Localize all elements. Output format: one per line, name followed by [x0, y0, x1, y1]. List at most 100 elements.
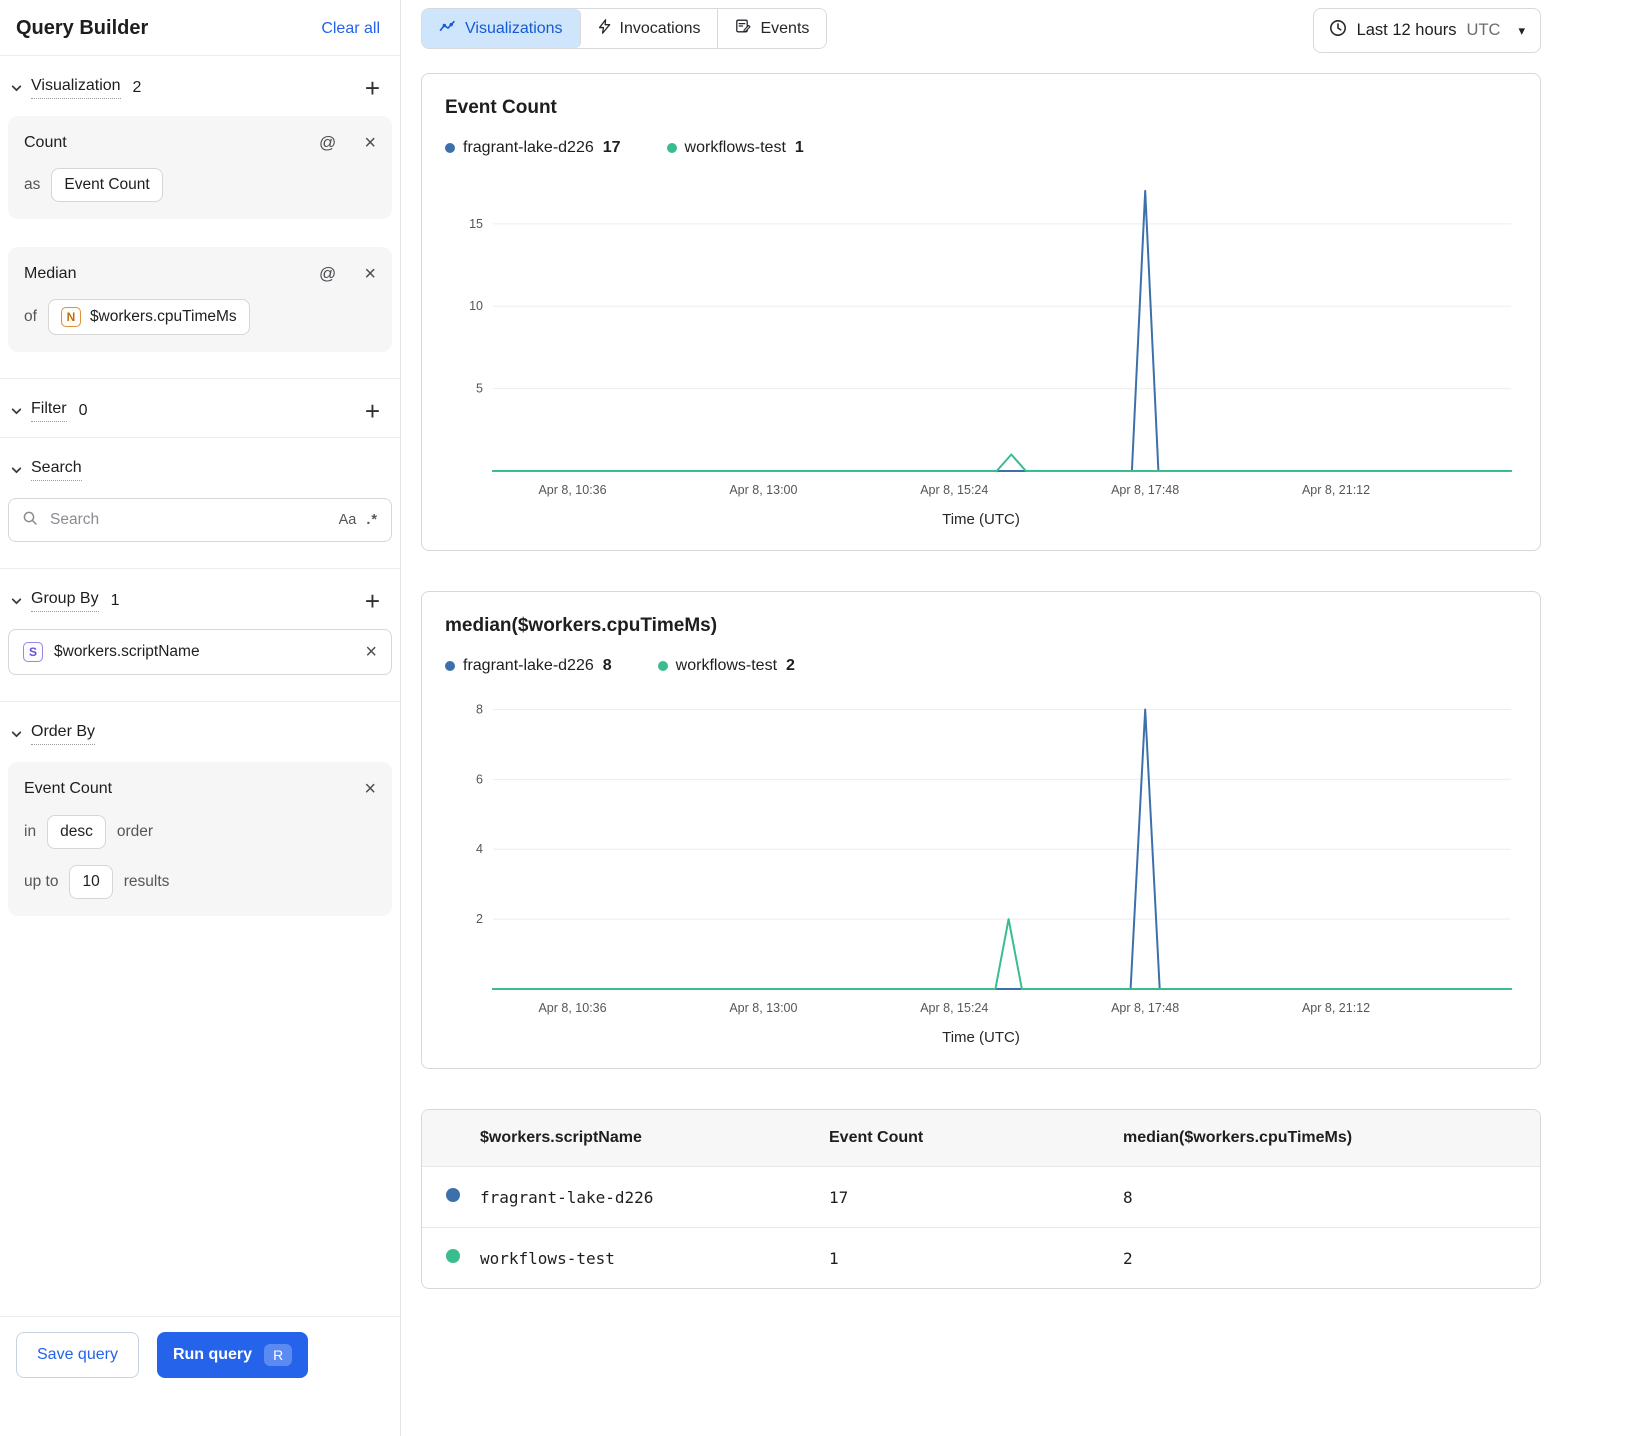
- median-cpu-panel: median($workers.cpuTimeMs) fragrant-lake…: [421, 591, 1541, 1069]
- series-dot: [446, 1248, 460, 1263]
- search-input[interactable]: [48, 510, 329, 530]
- remove-order-by-icon[interactable]: ×: [364, 779, 376, 799]
- visualization-count: 2: [132, 79, 142, 96]
- svg-text:Apr 8, 10:36: Apr 8, 10:36: [538, 1001, 606, 1015]
- chevron-down-icon: ▾: [1518, 22, 1525, 38]
- tab-events[interactable]: Events: [718, 9, 827, 48]
- tab-visualizations[interactable]: Visualizations: [422, 9, 581, 48]
- legend-item[interactable]: fragrant-lake-d226 8: [445, 657, 612, 675]
- number-type-icon: N: [60, 307, 81, 327]
- chevron-down-icon[interactable]: [10, 728, 23, 741]
- tab-label: Events: [760, 19, 810, 37]
- group-by-section-header: Group By 1 +: [0, 569, 400, 627]
- svg-text:Apr 8, 21:12: Apr 8, 21:12: [1302, 483, 1370, 497]
- order-label: order: [116, 823, 154, 840]
- series-dot: [666, 143, 677, 153]
- as-label: as: [24, 176, 41, 193]
- tab-label: Invocations: [619, 19, 701, 37]
- legend-item[interactable]: workflows-test 2: [657, 657, 795, 675]
- timezone-label: UTC: [1466, 21, 1501, 39]
- group-by-field-name: $workers.scriptName: [54, 643, 200, 660]
- tab-invocations[interactable]: Invocations: [580, 9, 719, 48]
- clear-all-link[interactable]: Clear all: [321, 20, 380, 38]
- legend-item[interactable]: workflows-test 1: [666, 139, 804, 157]
- chevron-down-icon[interactable]: [10, 405, 23, 418]
- script-name-cell: fragrant-lake-d226: [480, 1187, 654, 1207]
- legend-value: 2: [786, 657, 795, 674]
- time-range-selector[interactable]: Last 12 hours UTC ▾: [1312, 8, 1541, 53]
- topbar: Visualizations Invocations Events Last 1…: [421, 8, 1541, 53]
- column-header: Event Count: [829, 1129, 924, 1146]
- view-tabs: Visualizations Invocations Events: [421, 8, 828, 49]
- remove-median-icon[interactable]: ×: [364, 264, 376, 284]
- event-count-cell: 17: [829, 1187, 849, 1207]
- search-section-label: Search: [31, 459, 82, 481]
- order-by-section-label: Order By: [31, 723, 96, 745]
- svg-text:5: 5: [476, 382, 483, 396]
- series-dot: [445, 143, 455, 153]
- x-axis-label: Time (UTC): [942, 1029, 1020, 1046]
- median-card-title: Median: [24, 265, 77, 282]
- median-field-chip[interactable]: N $workers.cpuTimeMs: [47, 299, 250, 335]
- table-row[interactable]: fragrant-lake-d226 17 8: [422, 1166, 1540, 1227]
- search-section-header: Search: [0, 438, 400, 496]
- remove-count-icon[interactable]: ×: [364, 133, 376, 153]
- svg-text:Apr 8, 13:00: Apr 8, 13:00: [729, 483, 797, 497]
- of-label: of: [24, 308, 37, 325]
- time-range-label: Last 12 hours: [1356, 21, 1457, 39]
- add-filter-button[interactable]: +: [365, 398, 380, 424]
- group-by-section-label: Group By: [31, 590, 99, 612]
- sidebar-header: Query Builder Clear all: [0, 0, 400, 55]
- add-group-by-button[interactable]: +: [365, 588, 380, 614]
- svg-text:Apr 8, 21:12: Apr 8, 21:12: [1302, 1001, 1370, 1015]
- limit-chip[interactable]: 10: [69, 865, 113, 899]
- chevron-down-icon[interactable]: [10, 82, 23, 95]
- remove-group-by-icon[interactable]: ×: [365, 642, 377, 662]
- match-case-icon[interactable]: Aa: [339, 512, 357, 528]
- order-by-card: Event Count × in desc order up to 10 res…: [8, 762, 392, 916]
- series-dot-cell: [446, 1187, 480, 1207]
- count-card-title: Count: [24, 134, 67, 151]
- chevron-down-icon[interactable]: [10, 464, 23, 477]
- chevron-down-icon[interactable]: [10, 595, 23, 608]
- annotation-icon[interactable]: @: [319, 133, 336, 153]
- filter-count: 0: [78, 402, 88, 419]
- legend-label: fragrant-lake-d226: [463, 139, 594, 156]
- svg-text:4: 4: [476, 842, 483, 856]
- save-query-button[interactable]: Save query: [16, 1332, 139, 1378]
- results-table: $workers.scriptName Event Count median($…: [421, 1109, 1541, 1289]
- run-query-button[interactable]: Run query R: [156, 1332, 309, 1378]
- order-by-field: Event Count: [24, 780, 113, 797]
- series-dot: [445, 661, 455, 671]
- column-header: median($workers.cpuTimeMs): [1123, 1129, 1353, 1146]
- main-content: Visualizations Invocations Events Last 1…: [401, 0, 1640, 1436]
- legend-value: 1: [794, 139, 804, 156]
- visualization-section-label: Visualization: [31, 77, 121, 99]
- order-direction-chip[interactable]: desc: [47, 815, 106, 849]
- median-field-name: $workers.cpuTimeMs: [89, 308, 237, 325]
- group-by-field-row[interactable]: S $workers.scriptName ×: [8, 629, 392, 675]
- script-name-cell: workflows-test: [480, 1248, 615, 1268]
- lightning-icon: [598, 18, 611, 39]
- series-dot: [657, 661, 668, 671]
- legend-label: fragrant-lake-d226: [463, 657, 594, 674]
- results-label: results: [123, 873, 170, 890]
- svg-text:15: 15: [469, 217, 483, 231]
- svg-text:6: 6: [476, 772, 483, 786]
- events-form-icon: [735, 18, 752, 39]
- table-row[interactable]: workflows-test 1 2: [422, 1227, 1540, 1288]
- count-alias-chip[interactable]: Event Count: [51, 168, 163, 202]
- search-icon: [22, 510, 38, 531]
- add-visualization-button[interactable]: +: [365, 75, 380, 101]
- tab-label: Visualizations: [465, 19, 563, 37]
- regex-icon[interactable]: .*: [366, 512, 378, 528]
- event-count-cell: 1: [829, 1248, 839, 1268]
- query-builder-sidebar: Query Builder Clear all Visualization 2 …: [0, 0, 401, 1436]
- svg-text:Apr 8, 13:00: Apr 8, 13:00: [729, 1001, 797, 1015]
- chart-legend: fragrant-lake-d226 8 workflows-test 2: [445, 657, 1517, 675]
- svg-text:Apr 8, 17:48: Apr 8, 17:48: [1111, 483, 1179, 497]
- run-query-label: Run query: [172, 1346, 253, 1363]
- legend-value: 8: [602, 657, 612, 674]
- annotation-icon[interactable]: @: [319, 264, 336, 284]
- legend-item[interactable]: fragrant-lake-d226 17: [445, 139, 621, 157]
